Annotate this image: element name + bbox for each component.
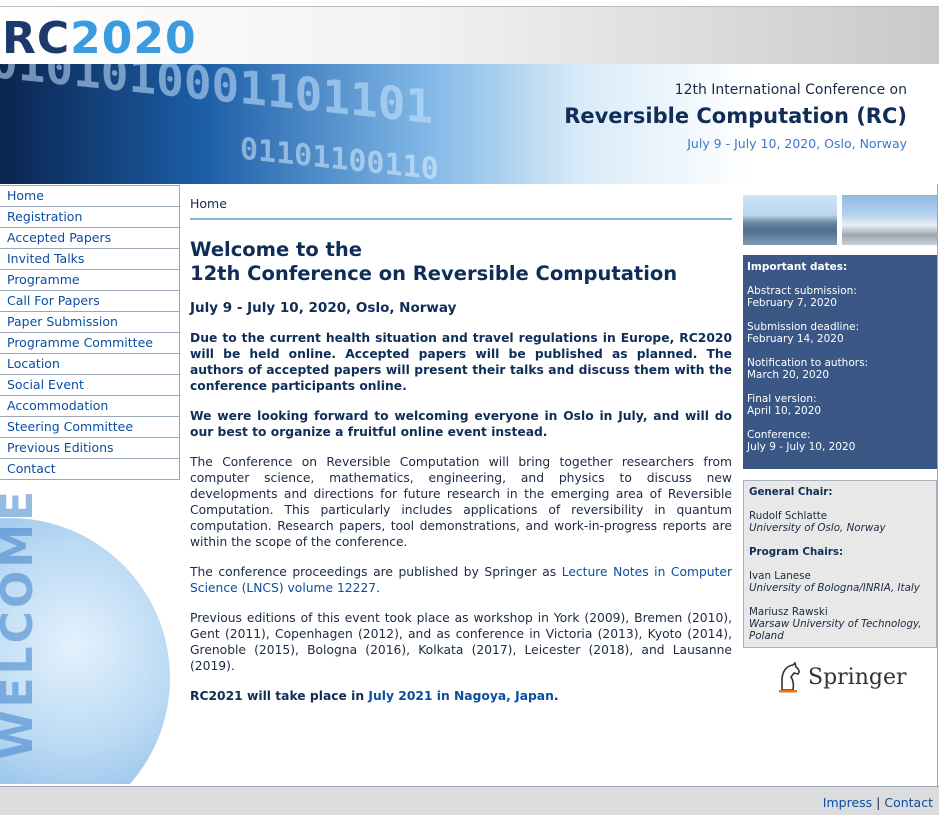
important-dates-heading: Important dates: <box>747 261 848 273</box>
date-value: July 9 - July 10, 2020 <box>747 441 856 453</box>
date-entry: Conference: July 9 - July 10, 2020 <box>747 429 937 453</box>
date-label: Abstract submission: <box>747 285 857 297</box>
chair-person: Mariusz Rawski Warsaw University of Tech… <box>749 606 936 642</box>
sidebar-nav: Home Registration Accepted Papers Invite… <box>0 185 180 480</box>
page-title-line1: Welcome to the <box>190 238 362 261</box>
nav-item-accommodation[interactable]: Accommodation <box>0 396 180 417</box>
conference-subtitle: 12th International Conference on <box>674 82 907 98</box>
date-entry: Submission deadline: February 14, 2020 <box>747 321 937 345</box>
chair-name: Ivan Lanese <box>749 570 811 582</box>
online-notice-paragraph: Due to the current health situation and … <box>190 331 732 393</box>
banner-binary-digits-small: 01101100110 <box>240 131 439 184</box>
conference-title: Reversible Computation (RC) <box>564 104 907 128</box>
proceedings-text: The conference proceedings are published… <box>190 565 562 579</box>
nav-item-social-event[interactable]: Social Event <box>0 375 180 396</box>
chair-affiliation: University of Bologna/INRIA, Italy <box>749 582 920 594</box>
banner-binary-digits: 0101010001101101 <box>0 64 434 135</box>
footer-separator: | <box>876 795 881 810</box>
intro-paragraph: The Conference on Reversible Computation… <box>190 455 732 549</box>
nav-item-programme[interactable]: Programme <box>0 270 180 291</box>
proceedings-end: . <box>376 581 381 595</box>
logo-rc: RC <box>2 13 71 64</box>
page-title: Welcome to the 12th Conference on Revers… <box>190 238 732 286</box>
chair-affiliation: University of Oslo, Norway <box>749 522 886 534</box>
nav-item-programme-committee[interactable]: Programme Committee <box>0 333 180 354</box>
nagoya-link[interactable]: July 2021 in Nagoya, Japan <box>368 689 553 703</box>
welcome-globe-graphic: WELCOME <box>0 478 178 784</box>
nav-item-paper-submission[interactable]: Paper Submission <box>0 312 180 333</box>
nav-item-steering-committee[interactable]: Steering Committee <box>0 417 180 438</box>
nav-item-accepted-papers[interactable]: Accepted Papers <box>0 228 180 249</box>
chair-person: Ivan Lanese University of Bologna/INRIA,… <box>749 570 936 594</box>
springer-logo[interactable]: Springer <box>776 662 907 698</box>
date-entry: Abstract submission: February 7, 2020 <box>747 285 937 309</box>
footer: Impress | Contact <box>0 786 939 815</box>
welcome-watermark: WELCOME <box>0 487 44 760</box>
page-title-line2: 12th Conference on Reversible Computatio… <box>190 262 678 285</box>
chairs-box: General Chair: Rudolf Schlatte Universit… <box>743 480 937 648</box>
date-label: Submission deadline: <box>747 321 860 333</box>
header-logo-strip: RC2020 <box>0 6 939 65</box>
date-label: Final version: <box>747 393 817 405</box>
chair-name: Mariusz Rawski <box>749 606 828 618</box>
next-edition-end: . <box>553 689 559 703</box>
general-chair-heading: General Chair: <box>749 486 833 498</box>
springer-wordmark: Springer <box>808 665 907 690</box>
conference-date: July 9 - July 10, 2020, Oslo, Norway <box>687 136 907 151</box>
date-value: February 14, 2020 <box>747 333 844 345</box>
main-content: Home Welcome to the 12th Conference on R… <box>190 190 732 704</box>
nav-item-registration[interactable]: Registration <box>0 207 180 228</box>
nav-item-call-for-papers[interactable]: Call For Papers <box>0 291 180 312</box>
chair-person: Rudolf Schlatte University of Oslo, Norw… <box>749 510 936 534</box>
footer-contact-link[interactable]: Contact <box>884 795 933 810</box>
conference-date-line: July 9 - July 10, 2020, Oslo, Norway <box>190 300 457 316</box>
nav-item-contact[interactable]: Contact <box>0 459 180 480</box>
previous-editions-paragraph: Previous editions of this event took pla… <box>190 611 732 673</box>
date-value: February 7, 2020 <box>747 297 837 309</box>
springer-horse-icon <box>779 662 800 693</box>
banner: 0101010001101101 01101100110 12th Intern… <box>0 64 939 184</box>
nav-item-previous-editions[interactable]: Previous Editions <box>0 438 180 459</box>
site-logo[interactable]: RC2020 <box>2 15 197 63</box>
next-edition-paragraph: RC2021 will take place in July 2021 in N… <box>190 688 732 704</box>
date-value: March 20, 2020 <box>747 369 830 381</box>
nav-item-home[interactable]: Home <box>0 185 180 207</box>
footer-links: Impress | Contact <box>823 795 933 810</box>
date-entry: Notification to authors: March 20, 2020 <box>747 357 937 381</box>
content-right-border <box>937 184 938 786</box>
footer-impress-link[interactable]: Impress <box>823 795 872 810</box>
important-dates-box: Important dates: Abstract submission: Fe… <box>743 255 937 469</box>
logo-year: 2020 <box>70 13 197 64</box>
date-label: Conference: <box>747 429 811 441</box>
oslo-opera-photo <box>842 195 938 245</box>
oslo-city-photo <box>743 195 837 245</box>
program-chairs-heading: Program Chairs: <box>749 546 844 558</box>
oslo-photos <box>743 195 939 245</box>
date-entry: Final version: April 10, 2020 <box>747 393 937 417</box>
date-label: Notification to authors: <box>747 357 869 369</box>
date-value: April 10, 2020 <box>747 405 822 417</box>
chair-affiliation: Warsaw University of Technology, Poland <box>749 618 922 642</box>
proceedings-paragraph: The conference proceedings are published… <box>190 564 732 596</box>
nav-item-location[interactable]: Location <box>0 354 180 375</box>
oslo-paragraph: We were looking forward to welcoming eve… <box>190 409 732 439</box>
breadcrumb: Home <box>190 190 732 220</box>
next-edition-text: RC2021 will take place in <box>190 689 369 703</box>
chair-name: Rudolf Schlatte <box>749 510 828 522</box>
nav-item-invited-talks[interactable]: Invited Talks <box>0 249 180 270</box>
